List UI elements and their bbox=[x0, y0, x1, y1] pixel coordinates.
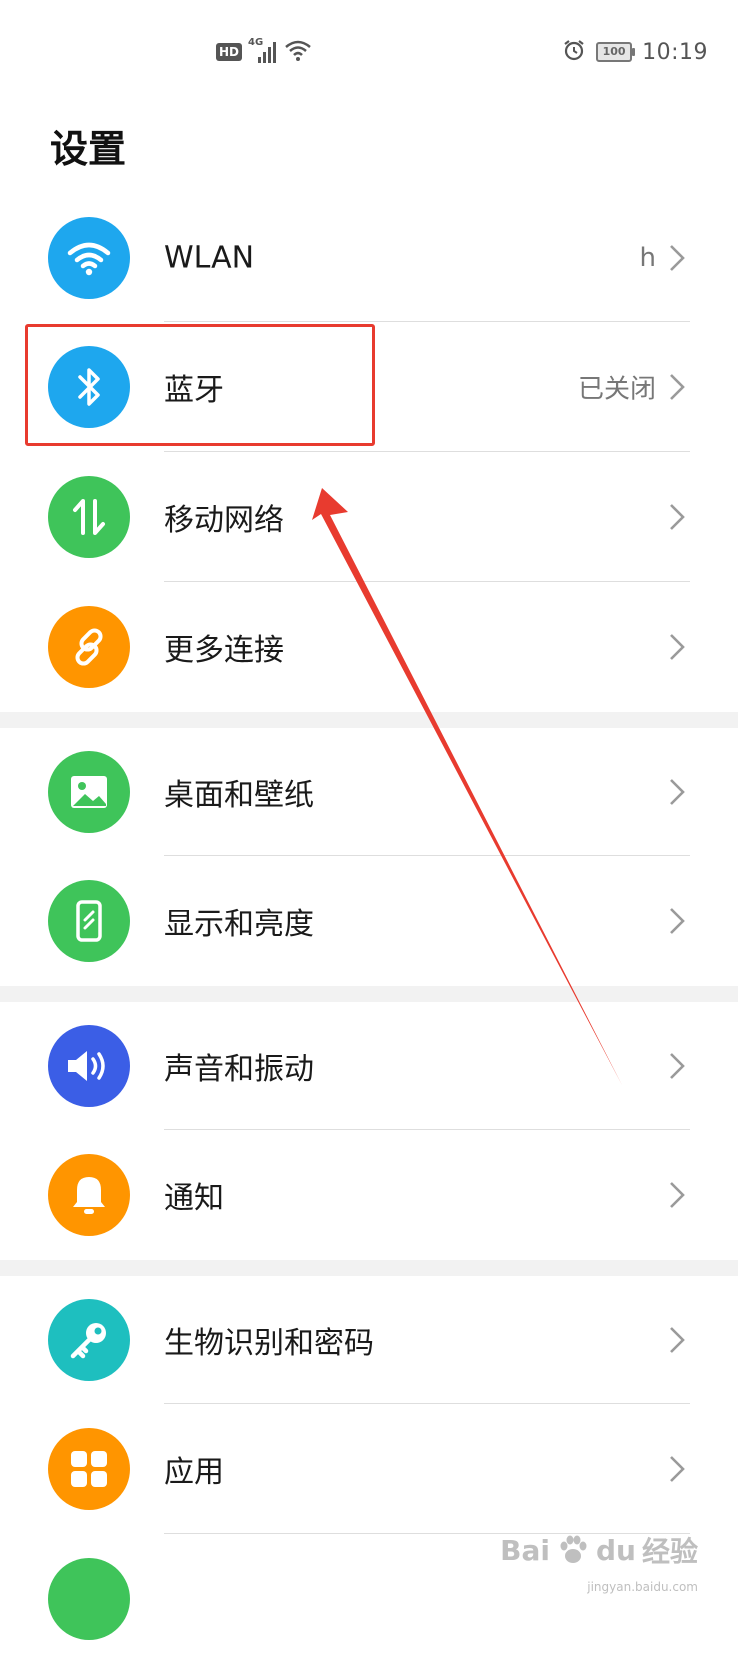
settings-item-wlan[interactable]: WLAN h bbox=[0, 194, 738, 322]
chevron-right-icon bbox=[670, 1327, 685, 1353]
settings-item-apps[interactable]: 应用 bbox=[0, 1404, 738, 1534]
settings-item-label: 声音和振动 bbox=[164, 1052, 314, 1087]
watermark-brand-2: du bbox=[596, 1533, 636, 1567]
settings-item-label: 通知 bbox=[164, 1181, 224, 1216]
settings-item-label: 显示和亮度 bbox=[164, 907, 314, 942]
settings-item-value: 已关闭 bbox=[577, 374, 656, 405]
settings-item-label: 生物识别和密码 bbox=[164, 1326, 374, 1361]
status-left: HD 4G bbox=[216, 37, 312, 66]
section-gap bbox=[0, 986, 738, 1002]
section-gap bbox=[0, 1260, 738, 1276]
settings-item-label: 桌面和壁纸 bbox=[164, 778, 314, 813]
apps-grid-icon bbox=[48, 1428, 130, 1510]
display-icon bbox=[48, 880, 130, 962]
settings-item-label: 更多连接 bbox=[164, 633, 284, 668]
watermark-brand: Bai bbox=[500, 1533, 550, 1567]
watermark-suffix: 经验 bbox=[641, 1535, 698, 1568]
page-title: 设置 bbox=[50, 127, 127, 171]
wifi-status-icon bbox=[284, 38, 312, 66]
chevron-right-icon bbox=[670, 374, 685, 400]
network-type-label: 4G bbox=[248, 37, 264, 48]
settings-item-biometrics[interactable]: 生物识别和密码 bbox=[0, 1276, 738, 1404]
link-icon bbox=[48, 606, 130, 688]
key-icon bbox=[48, 1299, 130, 1381]
settings-item-more-connections[interactable]: 更多连接 bbox=[0, 582, 738, 712]
chevron-right-icon bbox=[670, 245, 685, 271]
section-gap bbox=[0, 712, 738, 728]
settings-item-sound[interactable]: 声音和振动 bbox=[0, 1002, 738, 1130]
settings-item-notifications[interactable]: 通知 bbox=[0, 1130, 738, 1260]
battery-icon: 100 bbox=[596, 42, 636, 62]
baidu-watermark: Bai du 经验 bbox=[500, 1530, 698, 1570]
hd-badge: HD bbox=[216, 43, 243, 61]
wallpaper-icon bbox=[48, 751, 130, 833]
chevron-right-icon bbox=[670, 908, 685, 934]
annotation-highlight-box bbox=[25, 324, 375, 446]
alarm-icon bbox=[562, 38, 586, 66]
settings-item-mobile-network[interactable]: 移动网络 bbox=[0, 452, 738, 582]
status-bar: HD 4G 100 10:19 bbox=[0, 0, 738, 104]
settings-item-label: 移动网络 bbox=[164, 503, 284, 538]
paw-icon bbox=[560, 1535, 587, 1563]
chevron-right-icon bbox=[670, 1182, 685, 1208]
settings-item-label: WLAN bbox=[164, 240, 255, 276]
status-right: 100 10:19 bbox=[562, 38, 708, 66]
watermark-url: jingyan.baidu.com bbox=[587, 1580, 698, 1594]
chevron-right-icon bbox=[670, 779, 685, 805]
chevron-right-icon bbox=[670, 1053, 685, 1079]
chevron-right-icon bbox=[670, 634, 685, 660]
settings-item-label: 应用 bbox=[164, 1455, 224, 1490]
chevron-right-icon bbox=[670, 504, 685, 530]
cellular-signal-icon: 4G bbox=[248, 37, 278, 65]
bell-icon bbox=[48, 1154, 130, 1236]
settings-item-value: h bbox=[639, 243, 656, 273]
partial-item-icon bbox=[48, 1558, 130, 1640]
mobile-data-icon bbox=[48, 476, 130, 558]
wifi-icon bbox=[48, 217, 130, 299]
settings-item-wallpaper[interactable]: 桌面和壁纸 bbox=[0, 728, 738, 856]
chevron-right-icon bbox=[670, 1456, 685, 1482]
settings-item-display[interactable]: 显示和亮度 bbox=[0, 856, 738, 986]
sound-icon bbox=[48, 1025, 130, 1107]
clock: 10:19 bbox=[642, 39, 708, 65]
